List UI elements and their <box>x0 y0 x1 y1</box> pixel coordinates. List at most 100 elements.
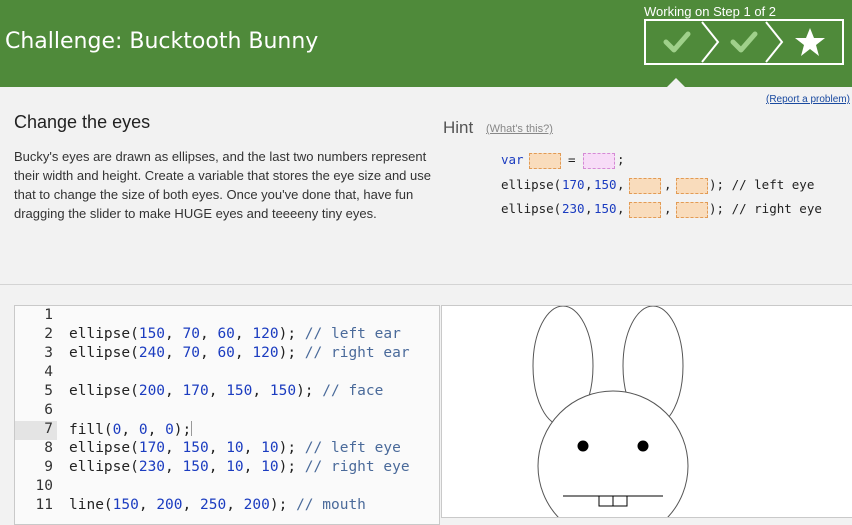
step-description: Bucky's eyes are drawn as ellipses, and … <box>14 149 431 221</box>
code-number: 10 <box>226 459 244 475</box>
code-comment: // right ear <box>304 345 410 361</box>
code-line[interactable]: 4 <box>15 364 439 383</box>
code-number: 170 <box>182 383 209 399</box>
code-number: 170 <box>138 440 166 456</box>
code-number: 240 <box>138 345 166 361</box>
code-punct: , <box>165 459 183 475</box>
code-number: 200 <box>156 497 183 513</box>
code-punct: , <box>165 345 183 361</box>
hint-arg: 150 <box>594 177 617 192</box>
hint-tail: ); // left eye <box>709 177 815 192</box>
code-function: ellipse( <box>69 326 139 342</box>
blank-var-name <box>529 153 561 169</box>
line-number: 1 <box>44 307 53 323</box>
blank-height <box>676 178 708 194</box>
code-line[interactable]: 10 <box>15 478 439 497</box>
step-status: Working on Step 1 of 2 <box>644 4 777 19</box>
code-number: 150 <box>182 459 209 475</box>
code-number: 150 <box>182 440 209 456</box>
check-icon <box>730 31 758 53</box>
active-step-pointer <box>666 78 686 88</box>
code-number: 10 <box>226 440 244 456</box>
code-function: ellipse( <box>69 345 139 361</box>
hint-fn: ellipse( <box>501 201 562 216</box>
section-divider <box>0 284 852 285</box>
code-number: 200 <box>243 497 270 513</box>
code-number: 120 <box>252 345 279 361</box>
code-number: 150 <box>226 383 253 399</box>
code-line[interactable]: 6 <box>15 402 439 421</box>
code-function: ellipse( <box>69 459 139 475</box>
step-2[interactable] <box>730 21 784 63</box>
step-star[interactable] <box>795 28 825 56</box>
line-number: 7 <box>15 421 57 440</box>
code-editor[interactable]: 1 2 ellipse(150, 70, 60, 120); // left ea… <box>14 305 440 525</box>
code-punct: , <box>208 459 227 475</box>
star-icon <box>795 28 825 56</box>
semicolon: ; <box>617 152 625 167</box>
right-eye <box>637 440 649 452</box>
code-comment: // left ear <box>304 326 401 342</box>
code-punct: ); <box>278 326 297 342</box>
code-line[interactable]: 11 line(150, 200, 250, 200); // mouth <box>15 497 439 516</box>
left-eye <box>577 440 589 452</box>
code-number: 70 <box>182 326 200 342</box>
hint-arg: 230 <box>562 201 585 216</box>
hint-tail: ); // right eye <box>709 201 822 216</box>
hint-help-link[interactable]: (What's this?) <box>486 123 553 135</box>
code-function: ellipse( <box>69 383 139 399</box>
report-problem-link[interactable]: (Report a problem) <box>766 94 850 105</box>
code-number: 0 <box>165 422 174 438</box>
code-line[interactable]: 2 ellipse(150, 70, 60, 120); // left ear <box>15 326 439 345</box>
code-line[interactable]: 3 ellipse(240, 70, 60, 120); // right ear <box>15 345 439 364</box>
code-punct: , <box>243 440 262 456</box>
line-number: 10 <box>35 478 53 494</box>
hint-comma: , <box>664 201 672 216</box>
code-punct: , <box>199 345 218 361</box>
code-punct: , <box>243 459 262 475</box>
line-number: 5 <box>44 383 53 399</box>
code-comment: // left eye <box>304 440 401 456</box>
code-function: line( <box>69 497 113 513</box>
code-number: 70 <box>182 345 200 361</box>
code-punct: , <box>121 422 139 438</box>
text-cursor <box>191 421 193 436</box>
blank-height <box>676 202 708 218</box>
code-punct: , <box>138 497 157 513</box>
code-punct: , <box>199 326 218 342</box>
code-comment: // mouth <box>296 497 366 513</box>
step-1[interactable] <box>647 21 720 63</box>
code-punct: ); <box>173 422 192 438</box>
blank-width <box>629 178 661 194</box>
step-progress <box>644 19 844 65</box>
code-line[interactable]: 5 ellipse(200, 170, 150, 150); // face <box>15 383 439 402</box>
code-function: ellipse( <box>69 440 139 456</box>
code-line[interactable]: 8 ellipse(170, 150, 10, 10); // left eye <box>15 440 439 459</box>
code-function: fill( <box>69 422 113 438</box>
hint-title: Hint <box>443 118 474 137</box>
line-number: 6 <box>44 402 53 418</box>
code-number: 10 <box>261 459 279 475</box>
code-punct: , <box>208 440 227 456</box>
code-punct: ); <box>278 440 297 456</box>
code-line[interactable]: 1 <box>15 307 439 326</box>
output-canvas <box>441 305 852 518</box>
code-number: 60 <box>217 326 235 342</box>
code-comment: // face <box>322 383 384 399</box>
equals-sign: = <box>568 152 576 167</box>
code-line-active[interactable]: 7 fill(0, 0, 0); <box>15 421 439 440</box>
code-line[interactable]: 9 ellipse(230, 150, 10, 10); // right eye <box>15 459 439 478</box>
blank-width <box>629 202 661 218</box>
code-number: 250 <box>200 497 227 513</box>
code-punct: , <box>165 326 183 342</box>
line-number: 11 <box>35 497 53 513</box>
code-punct: ); <box>278 459 297 475</box>
code-punct: , <box>234 326 253 342</box>
code-punct: ); <box>278 345 297 361</box>
hint-arg: 150 <box>594 201 617 216</box>
var-keyword: var <box>501 152 524 167</box>
step-title: Change the eyes <box>14 112 151 132</box>
